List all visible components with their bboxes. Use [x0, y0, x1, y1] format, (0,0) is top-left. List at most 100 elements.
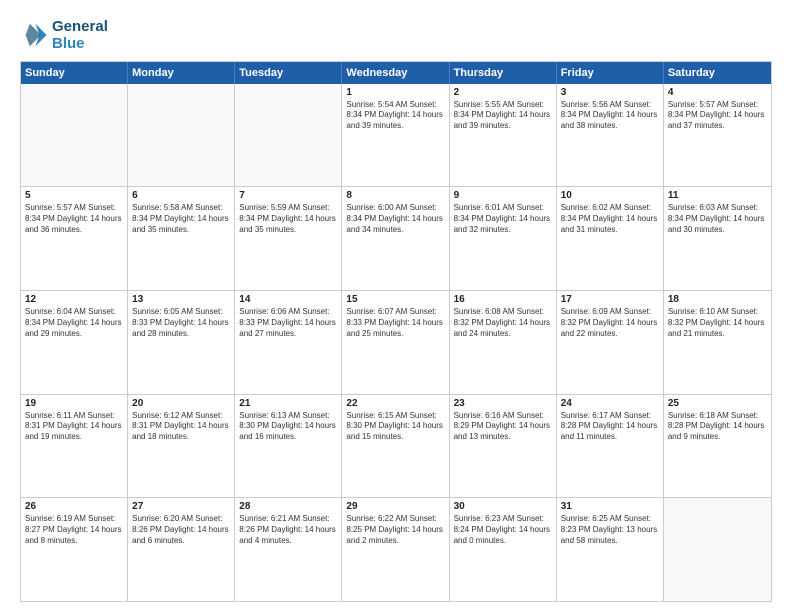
day-number: 15: [346, 294, 444, 305]
day-number: 24: [561, 398, 659, 409]
day-info: Sunrise: 6:04 AM Sunset: 8:34 PM Dayligh…: [25, 307, 123, 339]
day-info: Sunrise: 5:55 AM Sunset: 8:34 PM Dayligh…: [454, 100, 552, 132]
day-info: Sunrise: 5:58 AM Sunset: 8:34 PM Dayligh…: [132, 203, 230, 235]
calendar-day-cell: 24Sunrise: 6:17 AM Sunset: 8:28 PM Dayli…: [557, 395, 664, 498]
day-number: 2: [454, 87, 552, 98]
day-number: 7: [239, 190, 337, 201]
day-info: Sunrise: 6:13 AM Sunset: 8:30 PM Dayligh…: [239, 411, 337, 443]
calendar-week: 19 Sunrise: 6:11 AM Sunset: 8:31 PM Dayli…: [21, 394, 771, 498]
day-number: 1: [346, 87, 444, 98]
calendar-day-cell: 28 Sunrise: 6:21 AM Sunset: 8:26 PM Dayli…: [235, 498, 342, 601]
day-number: 26: [25, 501, 123, 512]
calendar-day-cell: 7 Sunrise: 5:59 AM Sunset: 8:34 PM Daylig…: [235, 187, 342, 290]
day-number: 30: [454, 501, 552, 512]
calendar-day-cell: 23Sunrise: 6:16 AM Sunset: 8:29 PM Dayli…: [450, 395, 557, 498]
logo: General Blue: [20, 18, 108, 53]
calendar-body: 1Sunrise: 5:54 AM Sunset: 8:34 PM Daylig…: [21, 84, 771, 602]
day-info: Sunrise: 6:21 AM Sunset: 8:26 PM Dayligh…: [239, 514, 337, 546]
calendar-day-cell: 16 Sunrise: 6:08 AM Sunset: 8:32 PM Dayli…: [450, 291, 557, 394]
day-number: 11: [668, 190, 767, 201]
day-info: Sunrise: 6:01 AM Sunset: 8:34 PM Dayligh…: [454, 203, 552, 235]
day-number: 3: [561, 87, 659, 98]
logo-text: General Blue: [52, 18, 108, 53]
day-info: Sunrise: 6:15 AM Sunset: 8:30 PM Dayligh…: [346, 411, 444, 443]
calendar-header-cell: Sunday: [21, 62, 128, 84]
day-info: Sunrise: 6:02 AM Sunset: 8:34 PM Dayligh…: [561, 203, 659, 235]
calendar-day-cell: 31Sunrise: 6:25 AM Sunset: 8:23 PM Dayli…: [557, 498, 664, 601]
day-info: Sunrise: 6:06 AM Sunset: 8:33 PM Dayligh…: [239, 307, 337, 339]
calendar-day-cell: 4 Sunrise: 5:57 AM Sunset: 8:34 PM Daylig…: [664, 84, 771, 187]
calendar-empty-cell: [21, 84, 128, 187]
day-number: 5: [25, 190, 123, 201]
day-info: Sunrise: 5:57 AM Sunset: 8:34 PM Dayligh…: [668, 100, 767, 132]
day-info: Sunrise: 6:12 AM Sunset: 8:31 PM Dayligh…: [132, 411, 230, 443]
day-info: Sunrise: 6:09 AM Sunset: 8:32 PM Dayligh…: [561, 307, 659, 339]
calendar: SundayMondayTuesdayWednesdayThursdayFrid…: [20, 61, 772, 603]
calendar-header-cell: Thursday: [450, 62, 557, 84]
day-number: 19: [25, 398, 123, 409]
day-number: 20: [132, 398, 230, 409]
day-number: 17: [561, 294, 659, 305]
calendar-day-cell: 20 Sunrise: 6:12 AM Sunset: 8:31 PM Dayli…: [128, 395, 235, 498]
day-number: 25: [668, 398, 767, 409]
calendar-header-cell: Tuesday: [235, 62, 342, 84]
day-number: 9: [454, 190, 552, 201]
calendar-day-cell: 5 Sunrise: 5:57 AM Sunset: 8:34 PM Daylig…: [21, 187, 128, 290]
calendar-day-cell: 22 Sunrise: 6:15 AM Sunset: 8:30 PM Dayli…: [342, 395, 449, 498]
calendar-day-cell: 14 Sunrise: 6:06 AM Sunset: 8:33 PM Dayli…: [235, 291, 342, 394]
calendar-day-cell: 12 Sunrise: 6:04 AM Sunset: 8:34 PM Dayli…: [21, 291, 128, 394]
day-number: 4: [668, 87, 767, 98]
calendar-day-cell: 3Sunrise: 5:56 AM Sunset: 8:34 PM Daylig…: [557, 84, 664, 187]
day-info: Sunrise: 6:03 AM Sunset: 8:34 PM Dayligh…: [668, 203, 767, 235]
calendar-day-cell: 21 Sunrise: 6:13 AM Sunset: 8:30 PM Dayli…: [235, 395, 342, 498]
day-number: 14: [239, 294, 337, 305]
calendar-day-cell: 25Sunrise: 6:18 AM Sunset: 8:28 PM Dayli…: [664, 395, 771, 498]
day-number: 28: [239, 501, 337, 512]
day-info: Sunrise: 6:23 AM Sunset: 8:24 PM Dayligh…: [454, 514, 552, 546]
day-info: Sunrise: 6:00 AM Sunset: 8:34 PM Dayligh…: [346, 203, 444, 235]
calendar-header-cell: Friday: [557, 62, 664, 84]
calendar-week: 1Sunrise: 5:54 AM Sunset: 8:34 PM Daylig…: [21, 84, 771, 187]
day-info: Sunrise: 5:57 AM Sunset: 8:34 PM Dayligh…: [25, 203, 123, 235]
day-info: Sunrise: 5:59 AM Sunset: 8:34 PM Dayligh…: [239, 203, 337, 235]
calendar-day-cell: 11 Sunrise: 6:03 AM Sunset: 8:34 PM Dayli…: [664, 187, 771, 290]
calendar-day-cell: 1Sunrise: 5:54 AM Sunset: 8:34 PM Daylig…: [342, 84, 449, 187]
page: General Blue SundayMondayTuesdayWednesda…: [0, 0, 792, 612]
day-info: Sunrise: 6:11 AM Sunset: 8:31 PM Dayligh…: [25, 411, 123, 443]
day-number: 23: [454, 398, 552, 409]
day-info: Sunrise: 6:22 AM Sunset: 8:25 PM Dayligh…: [346, 514, 444, 546]
day-info: Sunrise: 6:08 AM Sunset: 8:32 PM Dayligh…: [454, 307, 552, 339]
calendar-empty-cell: [664, 498, 771, 601]
calendar-day-cell: 29Sunrise: 6:22 AM Sunset: 8:25 PM Dayli…: [342, 498, 449, 601]
calendar-day-cell: 6 Sunrise: 5:58 AM Sunset: 8:34 PM Daylig…: [128, 187, 235, 290]
day-info: Sunrise: 6:19 AM Sunset: 8:27 PM Dayligh…: [25, 514, 123, 546]
day-number: 8: [346, 190, 444, 201]
logo-icon: [20, 21, 48, 49]
calendar-week: 12 Sunrise: 6:04 AM Sunset: 8:34 PM Dayli…: [21, 290, 771, 394]
day-number: 27: [132, 501, 230, 512]
day-number: 31: [561, 501, 659, 512]
calendar-day-cell: 17 Sunrise: 6:09 AM Sunset: 8:32 PM Dayli…: [557, 291, 664, 394]
calendar-header-cell: Wednesday: [342, 62, 449, 84]
calendar-week: 26 Sunrise: 6:19 AM Sunset: 8:27 PM Dayli…: [21, 497, 771, 601]
calendar-day-cell: 2 Sunrise: 5:55 AM Sunset: 8:34 PM Daylig…: [450, 84, 557, 187]
calendar-day-cell: 8 Sunrise: 6:00 AM Sunset: 8:34 PM Daylig…: [342, 187, 449, 290]
day-number: 12: [25, 294, 123, 305]
day-info: Sunrise: 6:10 AM Sunset: 8:32 PM Dayligh…: [668, 307, 767, 339]
calendar-day-cell: 18 Sunrise: 6:10 AM Sunset: 8:32 PM Dayli…: [664, 291, 771, 394]
calendar-day-cell: 19 Sunrise: 6:11 AM Sunset: 8:31 PM Dayli…: [21, 395, 128, 498]
calendar-day-cell: 30 Sunrise: 6:23 AM Sunset: 8:24 PM Dayli…: [450, 498, 557, 601]
day-info: Sunrise: 6:07 AM Sunset: 8:33 PM Dayligh…: [346, 307, 444, 339]
calendar-day-cell: 26 Sunrise: 6:19 AM Sunset: 8:27 PM Dayli…: [21, 498, 128, 601]
header: General Blue: [20, 18, 772, 53]
day-number: 18: [668, 294, 767, 305]
day-number: 22: [346, 398, 444, 409]
day-number: 21: [239, 398, 337, 409]
day-number: 6: [132, 190, 230, 201]
calendar-week: 5 Sunrise: 5:57 AM Sunset: 8:34 PM Daylig…: [21, 186, 771, 290]
calendar-day-cell: 9 Sunrise: 6:01 AM Sunset: 8:34 PM Daylig…: [450, 187, 557, 290]
calendar-empty-cell: [128, 84, 235, 187]
calendar-header-cell: Saturday: [664, 62, 771, 84]
calendar-day-cell: 13Sunrise: 6:05 AM Sunset: 8:33 PM Dayli…: [128, 291, 235, 394]
day-number: 16: [454, 294, 552, 305]
